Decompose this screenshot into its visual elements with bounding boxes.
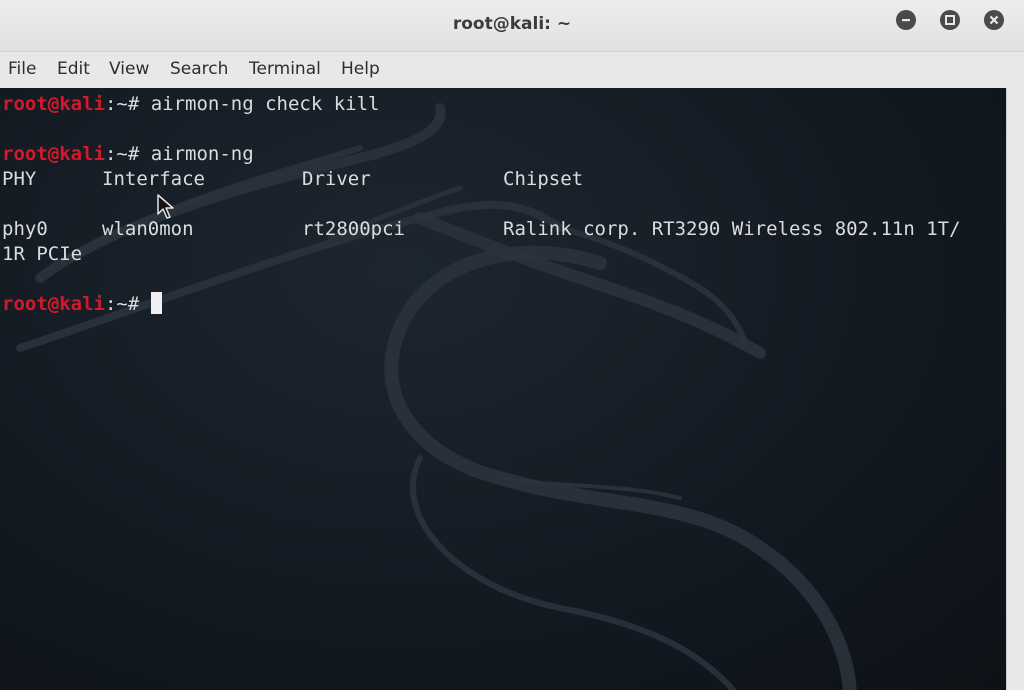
maximize-button[interactable] bbox=[940, 10, 960, 30]
column-header-phy: PHY bbox=[2, 168, 37, 190]
prompt-user: root@kali bbox=[2, 143, 105, 165]
prompt-path: :~# bbox=[104, 143, 151, 165]
prompt-path: :~# bbox=[104, 93, 151, 115]
menu-view[interactable]: View bbox=[109, 59, 149, 79]
title-bar[interactable]: root@kali: ~ bbox=[0, 0, 1024, 52]
column-header-chipset: Chipset bbox=[503, 168, 584, 190]
close-button[interactable] bbox=[984, 10, 1004, 30]
column-header-interface: Interface bbox=[102, 168, 205, 190]
command-text: airmon-ng bbox=[150, 143, 254, 165]
terminal-line-2: root@kali:~# airmon-ng bbox=[2, 142, 254, 167]
menu-bar: File Edit View Search Terminal Help bbox=[0, 52, 1024, 88]
maximize-icon bbox=[945, 15, 955, 25]
table-row: phy0 wlan0mon rt2800pci Ralink corp. RT3290… bbox=[2, 217, 961, 242]
prompt-user: root@kali bbox=[2, 93, 105, 115]
menu-terminal[interactable]: Terminal bbox=[249, 59, 321, 79]
cell-driver: rt2800pci bbox=[302, 218, 405, 240]
table-header-row: PHY Interface Driver Chipset bbox=[2, 167, 583, 192]
text-cursor bbox=[150, 292, 162, 314]
prompt-path: :~# bbox=[104, 293, 151, 315]
terminal-line-1: root@kali:~# airmon-ng check kill bbox=[2, 92, 380, 117]
menu-file[interactable]: File bbox=[8, 59, 36, 79]
column-header-driver: Driver bbox=[302, 168, 371, 190]
command-text: airmon-ng check kill bbox=[150, 93, 380, 115]
terminal-line-current[interactable]: root@kali:~# bbox=[2, 292, 162, 317]
cell-chipset: Ralink corp. RT3290 Wireless 802.11n 1T/ bbox=[503, 218, 961, 240]
minimize-icon bbox=[902, 19, 910, 22]
minimize-button[interactable] bbox=[896, 10, 916, 30]
terminal-output[interactable]: root@kali:~# airmon-ng check kill root@k… bbox=[0, 88, 1006, 690]
cell-phy: phy0 bbox=[2, 218, 48, 240]
scrollbar[interactable] bbox=[1006, 88, 1024, 690]
cell-interface: wlan0mon bbox=[102, 218, 194, 240]
prompt-user: root@kali bbox=[2, 293, 105, 315]
menu-edit[interactable]: Edit bbox=[57, 59, 90, 79]
close-icon bbox=[989, 15, 999, 25]
window-title: root@kali: ~ bbox=[452, 14, 572, 34]
mouse-pointer-icon bbox=[157, 194, 174, 219]
terminal-line-wrap: 1R PCIe bbox=[2, 243, 83, 265]
terminal-window: root@kali: ~ File Edit View Search Termi… bbox=[0, 0, 1024, 690]
menu-search[interactable]: Search bbox=[170, 59, 228, 79]
menu-help[interactable]: Help bbox=[341, 59, 380, 79]
